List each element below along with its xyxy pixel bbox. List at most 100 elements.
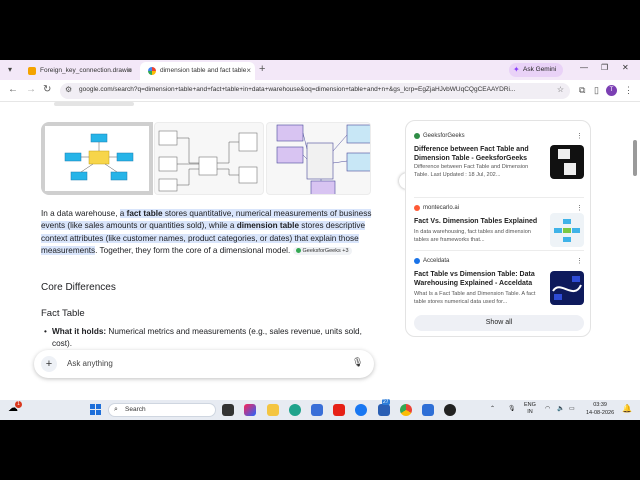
copilot-icon[interactable] [244,404,256,416]
microphone-icon[interactable]: 🎙 [352,357,363,368]
app-icon[interactable]: 27 [378,399,390,416]
star-schema-diagram [64,133,134,181]
obs-icon[interactable] [444,404,456,416]
ask-gemini-button[interactable]: ✦ Ask Gemini [509,63,563,77]
source-title[interactable]: Fact Table vs Dimension Table: Data Ware… [414,270,542,288]
term-dimension-table: dimension table [236,221,300,231]
source-site: Acceldata [423,258,450,264]
tab-title: Foreign_key_connection.drawio [40,67,132,74]
term-fact-table: fact table [126,209,163,218]
image-thumbnail[interactable] [41,122,153,195]
sources-panel: GeeksforGeeks ⋮ Difference between Fact … [405,120,591,337]
weather-widget[interactable]: ☁ 1 [8,401,22,414]
citation-chip[interactable]: GeeksforGeeks +3 [292,246,352,255]
task-view-icon[interactable] [222,404,234,416]
montecarlo-icon [414,205,420,211]
list-item: • What it holds: Numerical metrics and m… [44,326,366,350]
bullet-dot: • [44,327,47,336]
screen: ▾ Foreign_key_connection.drawio × dimens… [0,60,640,420]
page-content: › In a data warehouse, a fact table stor… [0,102,640,400]
volume-icon[interactable]: 🔈 [557,405,564,412]
more-options-icon[interactable]: ⋮ [576,257,583,265]
mic-tray-icon[interactable]: 🎙 [508,405,516,412]
search-label: Search [125,406,146,413]
new-tab-icon[interactable]: + [259,63,265,75]
divider [414,250,584,251]
search-icon: ⌕ [114,406,118,413]
image-thumbnail[interactable] [266,122,371,195]
omnibox[interactable]: ⚙ google.com/search?q=dimension+table+an… [60,83,570,99]
profile-avatar[interactable]: T [606,85,617,96]
back-arrow-icon[interactable]: ← [8,84,18,95]
menu-kebab-icon[interactable]: ⋮ [624,85,633,96]
geeksforgeeks-icon [414,133,420,139]
source-description: Difference between Fact Table and Dimens… [414,164,529,178]
source-description: What Is a Fact Table and Dimension Table… [414,291,536,305]
bullet-label: What it holds: [52,327,107,336]
source-thumbnail[interactable] [550,145,584,179]
source-title[interactable]: Difference between Fact Table and Dimens… [414,145,542,163]
url-text[interactable]: google.com/search?q=dimension+table+and+… [79,86,549,93]
source-thumbnail[interactable] [550,271,584,305]
clock[interactable]: 03:39 14-08-2026 [586,402,614,417]
extensions-puzzle-icon[interactable]: ⧉ [579,85,585,96]
cropped-header [54,102,134,106]
chrome-icon[interactable] [400,404,412,416]
ask-gemini-label: Ask Gemini [523,66,557,73]
geeksforgeeks-icon [295,247,301,253]
edge-icon[interactable] [289,404,301,416]
windows-start-icon[interactable] [90,404,101,415]
notification-bell-icon[interactable]: 🔔 [622,404,632,413]
minimize-icon[interactable]: — [580,63,588,72]
battery-icon[interactable]: ▭ [569,405,575,412]
language-indicator[interactable]: ENG IN [524,402,536,416]
scrollbar[interactable] [633,110,637,400]
source-description: In data warehousing, fact tables and dim… [414,229,531,243]
ask-anything-bar[interactable]: + Ask anything 🎙 [34,350,374,378]
youtube-icon[interactable] [333,404,345,416]
more-options-icon[interactable]: ⋮ [576,132,583,140]
site-info-icon[interactable]: ⚙ [65,85,72,94]
tab-search-icon[interactable]: ▾ [4,64,16,76]
ask-input[interactable]: Ask anything [67,359,113,368]
facebook-icon[interactable] [355,404,367,416]
store-icon[interactable] [311,404,323,416]
tab-google-search[interactable]: dimension table and fact table × [140,62,255,80]
close-window-icon[interactable]: ✕ [622,63,629,72]
file-explorer-icon[interactable] [267,404,279,416]
star-schema-colored-diagram [276,124,370,194]
app-badge: 27 [382,399,390,405]
bookmark-star-icon[interactable]: ☆ [557,85,564,94]
image-thumbnail[interactable] [154,122,264,195]
taskbar: ☁ 1 ⌕ Search 27 ⌃ 🎙 ENG IN ◠ 🔈 ▭ 03:39 1… [0,399,640,420]
scrollbar-thumb[interactable] [633,140,637,176]
restore-icon[interactable]: ❐ [601,63,608,72]
tab-title: dimension table and fact table [160,67,247,74]
ai-overview-paragraph: In a data warehouse, a fact table stores… [41,208,373,257]
wifi-icon[interactable]: ◠ [545,405,550,412]
tab-strip: ▾ Foreign_key_connection.drawio × dimens… [0,60,640,80]
source-thumbnail[interactable] [550,213,584,247]
forward-arrow-icon[interactable]: → [26,84,36,95]
database-app-icon[interactable] [422,404,434,416]
taskbar-search[interactable]: ⌕ Search [108,403,216,417]
notification-badge: 1 [15,401,22,408]
source-title[interactable]: Fact Vs. Dimension Tables Explained [414,217,542,226]
image-carousel: › [41,122,415,195]
add-plus-icon[interactable]: + [41,356,57,372]
close-tab-icon[interactable]: × [127,62,132,80]
side-panel-icon[interactable]: ▯ [594,85,599,96]
acceldata-icon [414,258,420,264]
paragraph-text: . Together, they form the core of a dime… [95,245,291,255]
drawio-favicon-icon [28,67,36,75]
gemini-sparkle-icon: ✦ [513,65,520,74]
reload-icon[interactable]: ↻ [43,84,51,95]
close-tab-icon[interactable]: × [246,62,251,80]
show-all-button[interactable]: Show all [414,315,584,331]
more-options-icon[interactable]: ⋮ [576,204,583,212]
fact-table-diagram [158,130,258,192]
divider [414,197,584,198]
tab-drawio[interactable]: Foreign_key_connection.drawio × [20,62,136,80]
source-site: montecarlo.ai [423,205,460,211]
tray-chevron-icon[interactable]: ⌃ [490,405,495,412]
